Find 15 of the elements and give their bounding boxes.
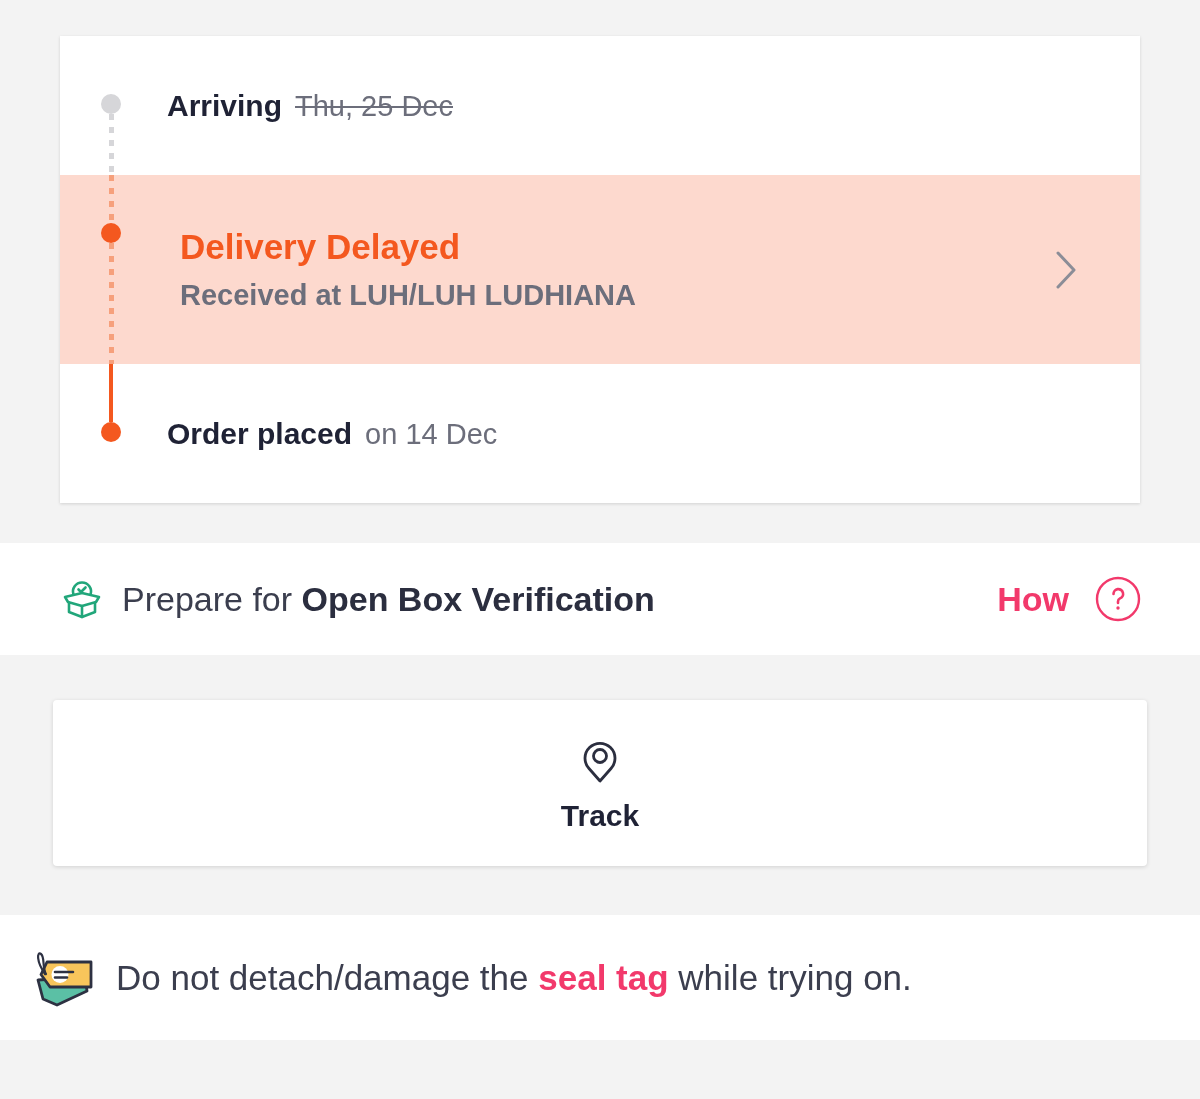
open-box-icon bbox=[62, 579, 102, 619]
step-date: Thu, 25 Dec bbox=[295, 88, 453, 124]
delay-status-row[interactable]: Delivery Delayed Received at LUH/LUH LUDHIANA bbox=[60, 175, 1140, 364]
chevron-right-icon bbox=[1054, 249, 1078, 290]
help-icon bbox=[1095, 576, 1141, 622]
track-button[interactable]: Track bbox=[53, 700, 1147, 866]
step-date: on 14 Dec bbox=[365, 416, 498, 452]
step-title: Arriving bbox=[167, 87, 283, 124]
seal-tag-link[interactable]: seal tag bbox=[538, 957, 669, 997]
step-title: Order placed bbox=[167, 415, 353, 452]
delay-status-detail: Received at LUH/LUH LUDHIANA bbox=[180, 277, 636, 313]
verification-prompt: Prepare for Open Box Verification bbox=[122, 579, 655, 619]
seal-tag-note: Do not detach/damage the seal tag while trying on. bbox=[116, 957, 912, 998]
delay-status-title: Delivery Delayed bbox=[180, 225, 461, 268]
how-button[interactable]: How bbox=[997, 576, 1141, 622]
